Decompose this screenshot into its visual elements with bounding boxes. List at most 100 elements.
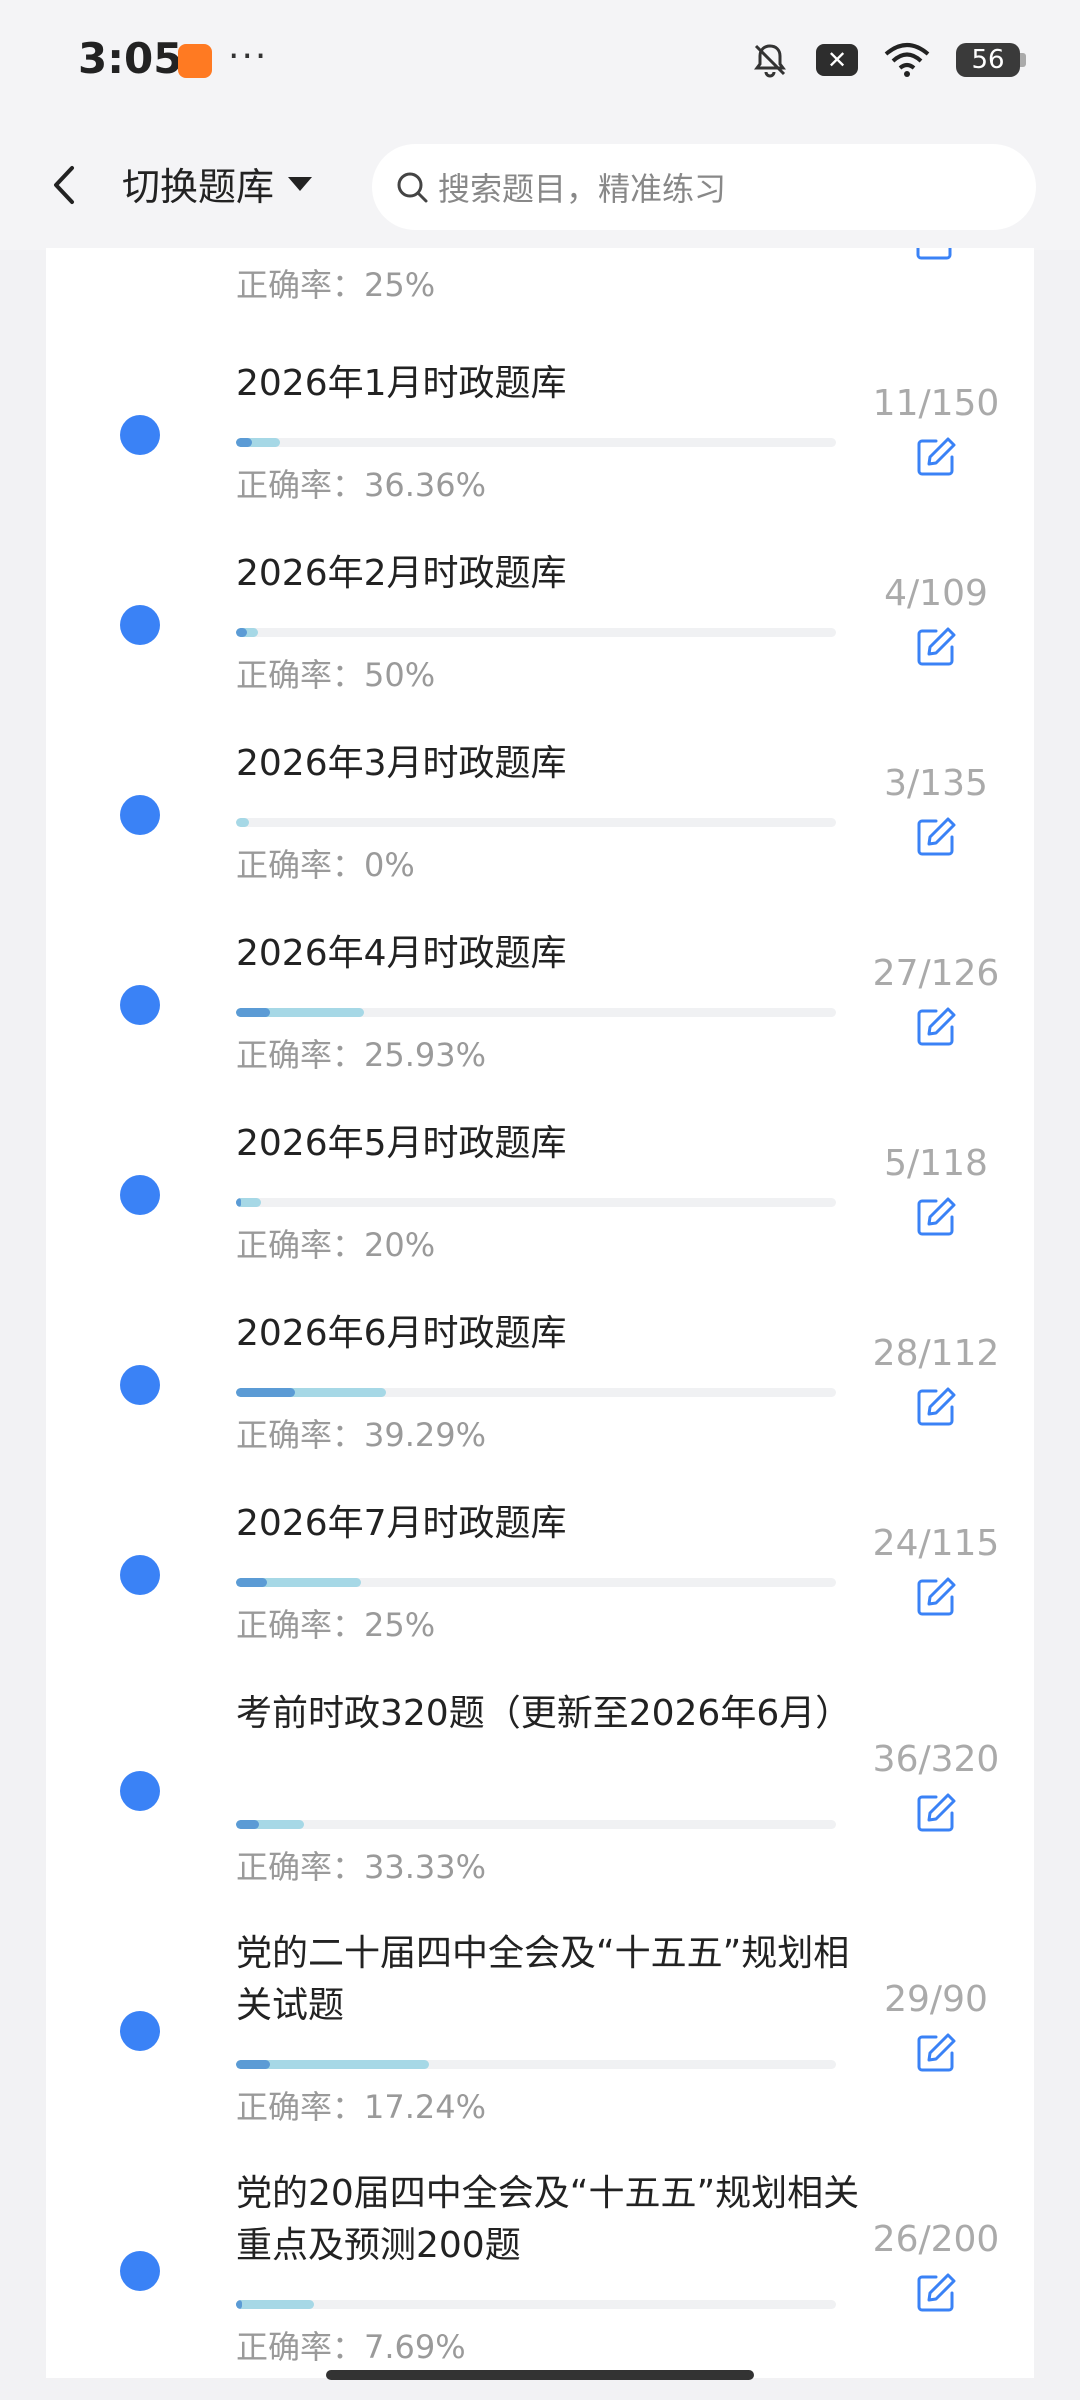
bank-title: 2026年6月时政题库 — [236, 1313, 567, 1354]
progress-bar — [236, 1388, 836, 1397]
search-icon — [397, 172, 428, 203]
status-dot — [120, 985, 160, 1025]
status-icons: ✕ 56 — [750, 40, 1026, 80]
bank-title: 2026年5月时政题库 — [236, 1123, 567, 1164]
progress-correct — [236, 1388, 295, 1397]
progress-count: 11/150 — [872, 383, 1000, 424]
edit-icon[interactable] — [914, 2031, 958, 2075]
progress-correct — [236, 2300, 242, 2309]
progress-bar — [236, 1578, 836, 1587]
edit-icon[interactable] — [914, 1005, 958, 1049]
status-time: 3:05 — [78, 34, 183, 83]
battery-icon: 56 — [956, 43, 1026, 77]
list-item[interactable]: 2026年3月时政题库 正确率：0% 3/135 — [46, 738, 1034, 884]
list-item[interactable]: 考前时政320题（更新至2026年6月） 正确率：33.33% 36/320 — [46, 1688, 1034, 1886]
progress-count: 26/200 — [872, 2219, 1000, 2260]
progress-count: 4/109 — [884, 573, 988, 614]
edit-icon[interactable] — [914, 1791, 958, 1835]
bank-title: 2026年2月时政题库 — [236, 553, 567, 594]
list-item[interactable]: 党的二十届四中全会及“十五五”规划相关试题正确率：17.24% 29/90 — [46, 1928, 1034, 2126]
back-arrow-icon[interactable] — [44, 160, 84, 210]
edit-icon[interactable] — [914, 815, 958, 859]
list-item[interactable]: 2026年1月时政题库 正确率：36.36% 11/150 — [46, 358, 1034, 504]
edit-icon[interactable] — [914, 625, 958, 669]
status-dot — [120, 1771, 160, 1811]
bank-title: 2026年4月时政题库 — [236, 933, 567, 974]
edit-icon[interactable] — [914, 248, 958, 262]
progress-correct — [236, 438, 253, 447]
edit-icon[interactable] — [914, 1195, 958, 1239]
edit-icon[interactable] — [914, 1385, 958, 1429]
search-input[interactable]: 搜索题目，精准练习 — [372, 144, 1036, 230]
progress-bar — [236, 1820, 836, 1829]
list-item[interactable]: 2026年2月时政题库 正确率：50% 4/109 — [46, 548, 1034, 694]
progress-correct — [236, 2060, 270, 2069]
progress-bar — [236, 628, 836, 637]
bank-title: 2026年7月时政题库 — [236, 1503, 567, 1544]
wifi-icon — [884, 43, 930, 77]
list-item[interactable]: 2026年5月时政题库 正确率：20% 5/118 — [46, 1118, 1034, 1264]
progress-count: 3/135 — [884, 763, 988, 804]
top-nav-bar: 切换题库 搜索题目，精准练习 — [0, 120, 1080, 250]
progress-count: 5/118 — [884, 1143, 988, 1184]
status-dot — [120, 1365, 160, 1405]
accuracy-label: 正确率：20% — [236, 1226, 436, 1264]
progress-bar — [236, 2300, 836, 2309]
list-item[interactable]: 党的20届四中全会及“十五五”规划相关重点及预测200题正确率：7.69% 26/… — [46, 2168, 1034, 2366]
status-bar: 3:05 ··· ✕ 56 — [0, 0, 1080, 120]
status-dot — [120, 415, 160, 455]
status-dot — [120, 1175, 160, 1215]
progress-correct — [236, 1198, 241, 1207]
progress-bar — [236, 818, 836, 827]
progress-bar — [236, 438, 836, 447]
progress-correct — [236, 1820, 259, 1829]
status-dot — [120, 1555, 160, 1595]
progress-count: 27/126 — [872, 953, 1000, 994]
accuracy-label: 正确率：7.69% — [236, 2328, 466, 2366]
list-item[interactable]: 2026年4月时政题库 正确率：25.93% 27/126 — [46, 928, 1034, 1074]
status-dot — [120, 795, 160, 835]
switch-question-bank-label: 切换题库 — [122, 165, 275, 209]
progress-attempted — [236, 818, 250, 827]
accuracy-label: 正确率：39.29% — [236, 1416, 487, 1454]
progress-correct — [236, 1008, 270, 1017]
bank-title: 党的二十届四中全会及“十五五”规划相关试题 — [236, 1933, 850, 2026]
bank-title: 考前时政320题（更新至2026年6月） — [236, 1693, 852, 1734]
progress-count: 29/90 — [884, 1979, 988, 2020]
accuracy-label: 正确率：33.33% — [236, 1848, 487, 1886]
edit-icon[interactable] — [914, 1575, 958, 1619]
mute-bell-icon — [754, 44, 786, 78]
progress-correct — [236, 628, 247, 637]
progress-bar — [236, 1008, 836, 1017]
list-item[interactable]: 2026年7月时政题库 正确率：25% 24/115 — [46, 1498, 1034, 1644]
accuracy-label: 正确率：36.36% — [236, 466, 487, 504]
switch-question-bank-button[interactable]: 切换题库 — [122, 156, 313, 211]
progress-correct — [236, 1578, 268, 1587]
progress-count: 36/320 — [872, 1739, 1000, 1780]
question-bank-list: 正确率：25% 2026年1月时政题库 正确率：36.36% 11/150 2026年… — [46, 248, 1034, 2378]
progress-count: 28/112 — [872, 1333, 1000, 1374]
more-notifications-icon: ··· — [228, 36, 269, 77]
accuracy-label: 正确率：0% — [236, 846, 415, 884]
close-badge-icon: ✕ — [816, 44, 858, 76]
caret-down-icon — [288, 176, 313, 191]
accuracy-label: 正确率：17.24% — [236, 2088, 487, 2126]
list-item[interactable]: 2026年6月时政题库 正确率：39.29% 28/112 — [46, 1308, 1034, 1454]
status-dot — [120, 2251, 160, 2291]
status-dot — [120, 605, 160, 645]
app-notification-icon — [178, 44, 212, 78]
edit-icon[interactable] — [914, 435, 958, 479]
search-placeholder: 搜索题目，精准练习 — [438, 170, 727, 208]
top-partial-accuracy: 正确率：25% — [236, 266, 436, 304]
edit-icon[interactable] — [914, 2271, 958, 2315]
bank-title: 党的20届四中全会及“十五五”规划相关重点及预测200题 — [236, 2173, 860, 2266]
bank-title: 2026年1月时政题库 — [236, 363, 567, 404]
progress-bar — [236, 2060, 836, 2069]
accuracy-label: 正确率：50% — [236, 656, 436, 694]
status-dot — [120, 2011, 160, 2051]
progress-attempted — [236, 2300, 314, 2309]
accuracy-label: 正确率：25.93% — [236, 1036, 487, 1074]
accuracy-label: 正确率：25% — [236, 1606, 436, 1644]
bank-title: 2026年3月时政题库 — [236, 743, 567, 784]
home-indicator — [326, 2370, 754, 2380]
